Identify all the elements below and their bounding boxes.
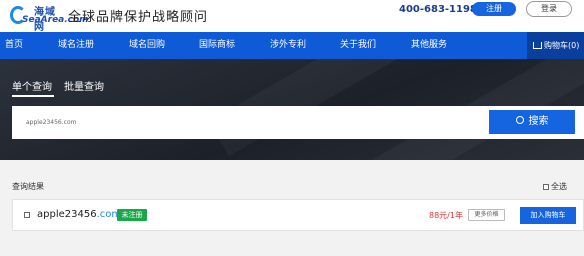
- nav-item-domain-buyback[interactable]: 域名回购: [129, 32, 165, 59]
- slogan: 全球品牌保护战略顾问: [68, 10, 209, 25]
- register-button[interactable]: 注册: [472, 2, 516, 16]
- nav-item-about-us[interactable]: 关于我们: [340, 32, 376, 59]
- nav-item-domain-register[interactable]: 域名注册: [58, 32, 94, 59]
- checkbox-icon: [543, 183, 549, 190]
- domain-name[interactable]: apple23456.com: [37, 209, 121, 220]
- cart-label: 购物车(0): [544, 41, 580, 50]
- select-all-label: 全选: [551, 182, 567, 191]
- status-badge: 未注册: [117, 209, 147, 221]
- cart-button[interactable]: 购物车(0): [527, 32, 584, 59]
- more-price-button[interactable]: 更多价格: [468, 209, 505, 221]
- login-button[interactable]: 登录: [526, 1, 572, 17]
- main-nav: 首页 域名注册 域名回购 国际商标 涉外专利 关于我们 其他服务 购物车(0): [0, 32, 584, 59]
- nav-item-home[interactable]: 首页: [5, 32, 23, 59]
- select-all-checkbox[interactable]: 全选: [543, 181, 567, 192]
- nav-item-other-services[interactable]: 其他服务: [411, 32, 447, 59]
- add-to-cart-button[interactable]: 加入购物车: [520, 207, 576, 224]
- active-tab-indicator: [12, 95, 54, 97]
- search-input[interactable]: [26, 115, 326, 129]
- results-title: 查询结果: [12, 182, 44, 191]
- domain-base: apple23456: [37, 209, 97, 220]
- cart-icon: [533, 42, 542, 49]
- top-bar: 海域网 SeaArea.com 全球品牌保护战略顾问 400-683-1198 …: [0, 0, 584, 33]
- nav-item-foreign-patent[interactable]: 涉外专利: [270, 32, 306, 59]
- result-row: apple23456.com 未注册 88元/1年 更多价格 加入购物车: [12, 199, 584, 231]
- search-button-label: 搜索: [528, 116, 549, 127]
- search-icon: [515, 116, 524, 124]
- tab-single-query[interactable]: 单个查询: [12, 78, 52, 93]
- phone-number: 400-683-1198: [399, 4, 477, 15]
- search-box: 搜索: [12, 106, 584, 139]
- site-logo[interactable]: 海域网 SeaArea.com: [6, 2, 89, 33]
- search-button[interactable]: 搜索: [489, 110, 575, 134]
- price-text: 88元/1年: [429, 211, 463, 220]
- row-checkbox[interactable]: [24, 212, 30, 218]
- tab-batch-query[interactable]: 批量查询: [64, 78, 104, 93]
- nav-item-intl-trademark[interactable]: 国际商标: [199, 32, 235, 59]
- search-hero: 单个查询 批量查询 搜索: [0, 59, 584, 160]
